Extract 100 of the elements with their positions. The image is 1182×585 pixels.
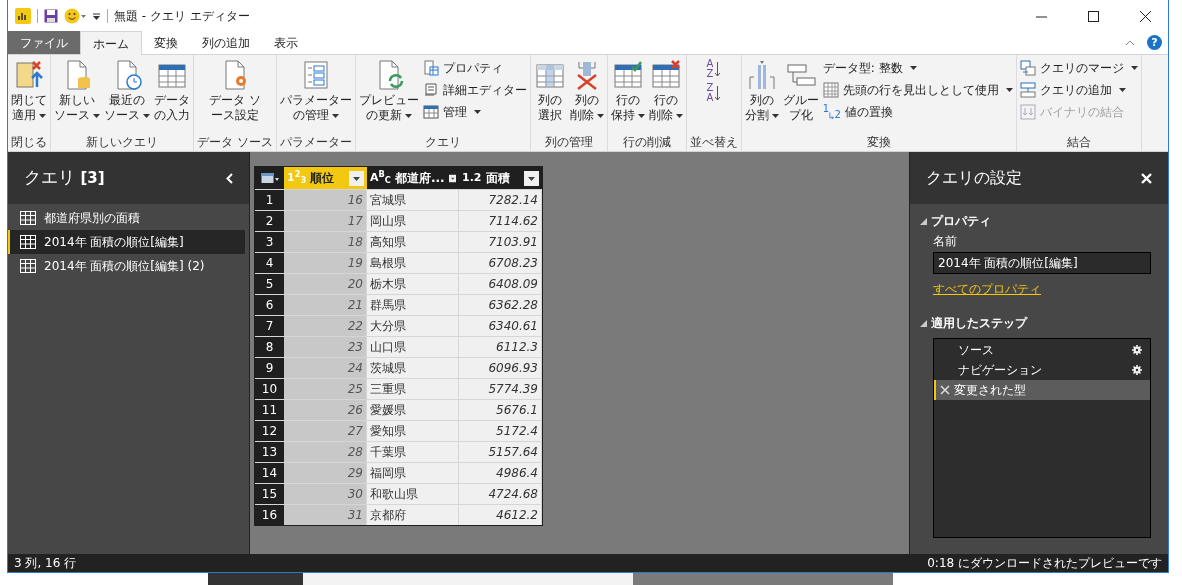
ribbon-small-button[interactable]: クエリの追加 (1019, 80, 1138, 100)
table-cell: 群馬県 (367, 295, 459, 315)
section-heading: プロパティ (931, 213, 991, 230)
ribbon-small-button[interactable]: 1 2 値の置換 (822, 102, 1013, 122)
table-cell: 島根県 (367, 253, 459, 273)
down-arrow-icon (714, 61, 722, 77)
ribbon-small-button[interactable]: データ型: 整数 (822, 58, 1013, 78)
sort-descending-button[interactable]: Z A (706, 83, 722, 103)
ribbon-small-button[interactable]: プロパティ (422, 58, 527, 78)
ribbon-button[interactable]: プレビュー の更新 (356, 55, 421, 129)
table-icon (20, 211, 36, 225)
field-label: 名前 (933, 233, 958, 250)
table-cell: 高知県 (367, 232, 459, 252)
ribbon-button[interactable]: データ の入力 (152, 55, 192, 129)
table-cell: 和歌山県 (367, 484, 459, 504)
table-cell: 大分県 (367, 316, 459, 336)
ribbon-tab[interactable]: 列の追加 (190, 31, 262, 54)
table-cell: 5172.4 (459, 421, 542, 441)
ribbon-button[interactable]: グルー プ化 (780, 55, 821, 129)
query-item[interactable]: 2014年 面積の順位[編集] (2) (8, 254, 245, 278)
table-cell: 愛知県 (367, 421, 459, 441)
ribbon-group-label: 閉じる (10, 134, 48, 151)
collapse-ribbon-icon[interactable] (1125, 40, 1135, 46)
column-filter-icon[interactable] (349, 170, 364, 186)
ribbon-small-button[interactable]: 管理 (422, 102, 527, 122)
table-cell: 5157.64 (459, 442, 542, 462)
table-cell: 三重県 (367, 379, 459, 399)
ribbon-button[interactable]: 閉じて 適用 (9, 55, 49, 129)
properties-icon (422, 60, 439, 76)
table-cell: 山口県 (367, 337, 459, 357)
ribbon-group-label: 並べ替え (688, 134, 739, 151)
save-icon[interactable] (44, 9, 58, 23)
status-text: 0:18 にダウンロードされたプレビューです (927, 555, 1162, 572)
query-item[interactable]: 都道府県別の面積 (8, 206, 245, 230)
table-cell: 22 (284, 316, 367, 336)
table-cell: 6112.3 (459, 337, 542, 357)
table-cell: 宮城県 (367, 190, 459, 210)
table-icon (20, 235, 36, 249)
close-icon[interactable] (1141, 172, 1152, 184)
app-logo-icon (15, 8, 31, 24)
column-header[interactable]: 1.2 面積 (459, 167, 542, 189)
name-field[interactable]: 2014年 面積の順位[編集] (933, 252, 1151, 274)
ribbon-group-label: データ ソース (196, 134, 274, 151)
collapse-pane-icon[interactable] (226, 172, 233, 184)
window-title: 無題 - クエリ エディター (114, 8, 250, 25)
ribbon-small-button[interactable]: クエリのマージ (1019, 58, 1138, 78)
ribbon-button[interactable]: 最近の ソース (102, 55, 152, 129)
ribbon-button[interactable]: 列の 分割 (742, 55, 781, 129)
step-item[interactable]: 変更された型 (934, 380, 1150, 400)
ribbon-button[interactable]: 行の 削除 (646, 55, 685, 129)
table-cell: 愛媛県 (367, 400, 459, 420)
ribbon-group-label: 新しいクエリ (85, 134, 159, 151)
table-menu-icon[interactable] (260, 172, 279, 184)
table-icon (20, 259, 36, 273)
table-cell: 27 (284, 421, 367, 441)
table-cell: 4612.2 (459, 505, 542, 525)
ribbon-button[interactable]: 列の 削除 (567, 55, 606, 129)
close-apply-icon (13, 59, 45, 91)
ribbon-small-button[interactable]: 詳細エディター (422, 80, 527, 100)
gear-icon[interactable] (1132, 345, 1142, 355)
table-cell: 18 (284, 232, 367, 252)
gear-icon[interactable] (1132, 365, 1142, 375)
ribbon-tab[interactable]: ファイル (8, 31, 80, 54)
ribbon-button[interactable]: データ ソ ース設定 (207, 55, 263, 129)
ribbon-button[interactable]: 行の 保持 (608, 55, 647, 129)
expanded-triangle-icon[interactable] (920, 319, 927, 327)
customize-caret-icon[interactable] (92, 11, 101, 21)
table-cell: 岡山県 (367, 211, 459, 231)
table-cell: 7282.14 (459, 190, 542, 210)
ribbon-group-label: 変換 (865, 134, 892, 151)
combine-icon (1019, 104, 1036, 120)
ribbon-button[interactable]: 新しい ソース (52, 55, 102, 129)
ribbon-tab[interactable]: ホーム (80, 31, 142, 55)
table-cell: 千葉県 (367, 442, 459, 462)
sort-ascending-button[interactable]: A Z (706, 59, 722, 79)
help-button[interactable]: ? (1147, 35, 1162, 50)
ribbon-tab[interactable]: 表示 (262, 31, 310, 54)
table-cell: 31 (284, 505, 367, 525)
smiley-icon[interactable] (64, 8, 86, 24)
ribbon-button[interactable]: 列の 選択 (531, 55, 568, 129)
table-cell: 6340.61 (459, 316, 542, 336)
ribbon-small-button[interactable]: 先頭の行を見出しとして使用 (822, 80, 1013, 100)
table-cell: 7103.91 (459, 232, 542, 252)
ribbon-button[interactable]: パラメーター の管理 (277, 55, 354, 129)
status-text: 3 列, 16 行 (14, 555, 77, 572)
delete-step-icon[interactable] (940, 385, 950, 395)
ribbon-tab[interactable]: 変換 (142, 31, 190, 54)
table-cell: 7114.62 (459, 211, 542, 231)
ribbon-group-label: 結合 (1065, 134, 1092, 151)
ribbon-group-label: 列の管理 (543, 134, 594, 151)
query-item[interactable]: 2014年 面積の順位[編集] (8, 230, 245, 254)
step-item[interactable]: ソース (934, 340, 1150, 360)
table-cell: 4986.4 (459, 463, 542, 483)
step-item[interactable]: ナビゲーション (934, 360, 1150, 380)
all-properties-link[interactable]: すべてのプロパティ (933, 280, 1041, 298)
maximize-icon (1087, 10, 1099, 22)
settings-title: クエリの設定 (926, 167, 1022, 189)
column-filter-icon[interactable] (524, 170, 539, 186)
table-cell: 28 (284, 442, 367, 462)
expanded-triangle-icon[interactable] (920, 217, 927, 225)
